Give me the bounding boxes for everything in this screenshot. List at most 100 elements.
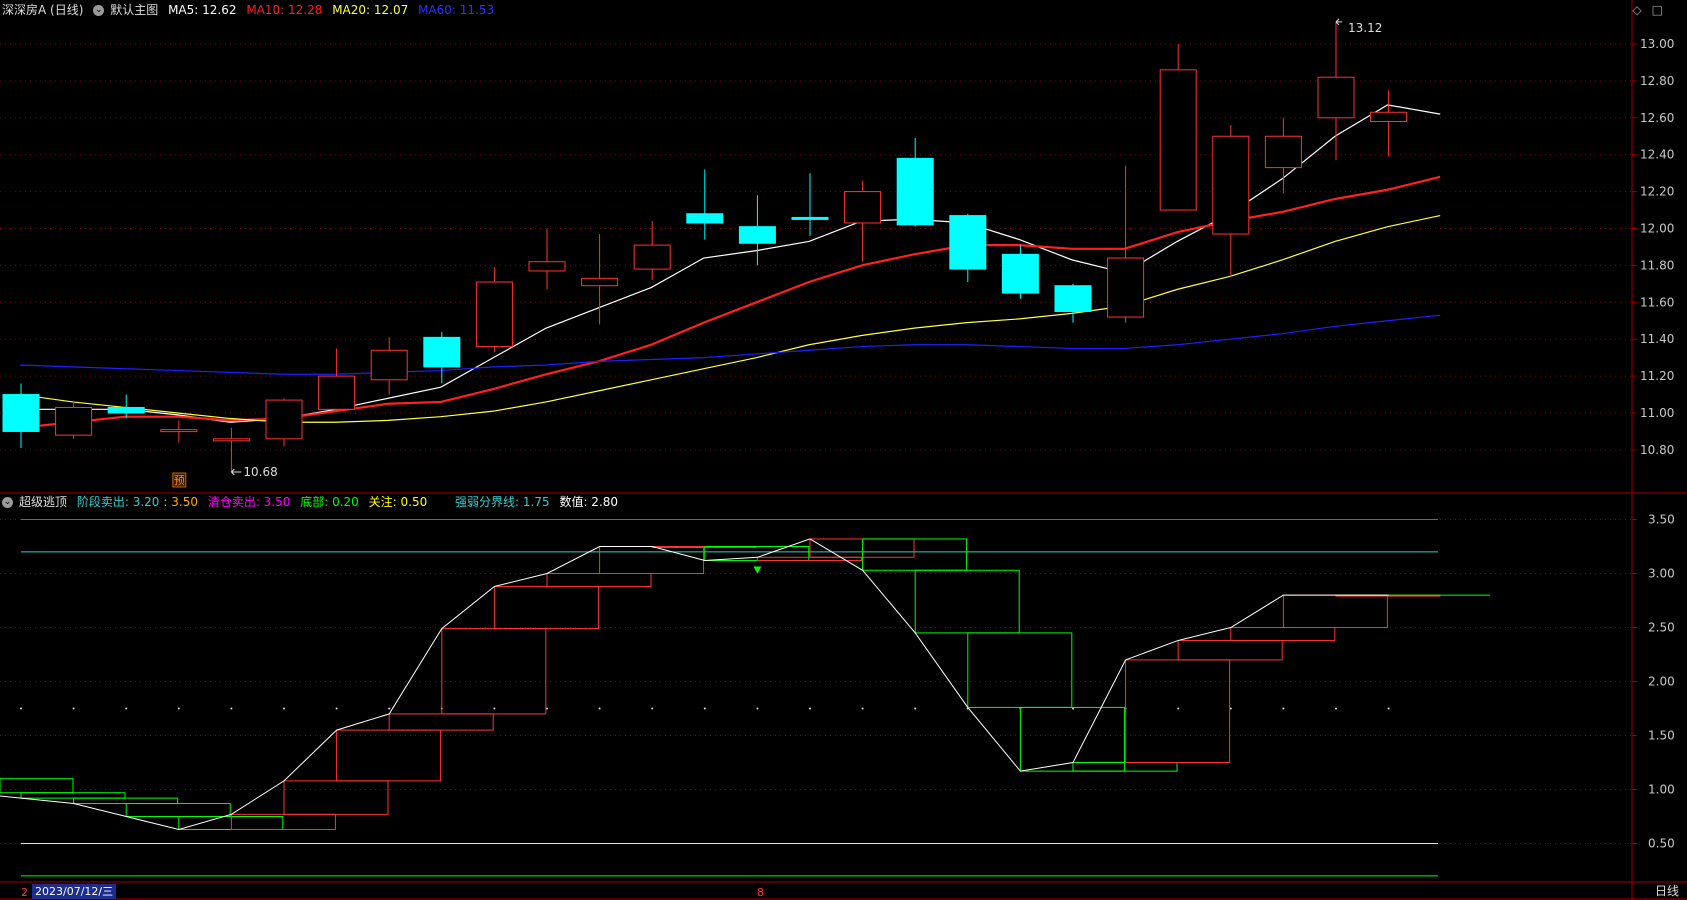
sub-tick-label: 1.00 bbox=[1648, 783, 1675, 797]
diamond-icon[interactable]: ◇ bbox=[1632, 3, 1641, 17]
candle-body-up bbox=[212, 438, 250, 442]
candle bbox=[370, 337, 408, 395]
step-bar bbox=[441, 628, 547, 715]
step-bar bbox=[967, 632, 1073, 708]
step-bar bbox=[178, 816, 284, 830]
candle bbox=[633, 221, 671, 281]
step-bar bbox=[336, 729, 442, 782]
main-tick-label: 10.80 bbox=[1640, 443, 1674, 457]
template-name[interactable]: 默认主图 bbox=[110, 3, 158, 17]
ma5-label: MA5: 12.62 bbox=[168, 3, 237, 17]
main-tick-label: 12.40 bbox=[1640, 148, 1674, 162]
security-title[interactable]: 深深房A (日线) bbox=[2, 3, 83, 17]
divide-dot bbox=[335, 707, 338, 710]
ma20-label: MA20: 12.07 bbox=[332, 3, 409, 17]
divide-dot bbox=[1229, 707, 1232, 710]
step-bar bbox=[1230, 627, 1336, 641]
divide-dot bbox=[1387, 707, 1390, 710]
period-label[interactable]: 日线 bbox=[1655, 884, 1679, 899]
step-bar bbox=[388, 713, 494, 731]
candle-body-down bbox=[686, 213, 724, 224]
value-line bbox=[0, 538, 1389, 830]
ma60-label: MA60: 11.53 bbox=[418, 3, 495, 17]
divide-dot bbox=[914, 707, 917, 710]
divide-dot bbox=[177, 707, 180, 710]
low-price-label: 10.68 bbox=[243, 465, 277, 479]
candle bbox=[1264, 117, 1302, 194]
candle-body-down bbox=[1054, 285, 1092, 313]
candle bbox=[318, 348, 356, 412]
candle-body-up bbox=[370, 349, 408, 381]
candle bbox=[949, 213, 987, 283]
main-tick-label: 12.60 bbox=[1640, 111, 1674, 125]
clear-sell-label: 清仓卖出: 3.50 bbox=[207, 495, 291, 509]
candle-body-up bbox=[1317, 76, 1355, 119]
footer-mid-digit: 8 bbox=[757, 886, 764, 899]
sub-legend: ⌄ 超级逃顶 阶段卖出: 3.20: 3.50 清仓卖出: 3.50 底部: 0.… bbox=[2, 494, 624, 510]
divide-dot bbox=[598, 707, 601, 710]
sub-tick-label: 2.50 bbox=[1648, 621, 1675, 635]
candle-body-down bbox=[791, 216, 829, 220]
chart-canvas[interactable]: 10.80 11.00 11.20 11.40 11.60 11.80 12.00 12.20… bbox=[0, 0, 1687, 900]
candle bbox=[581, 234, 619, 325]
step-bar bbox=[20, 792, 126, 799]
divide-dot bbox=[1282, 707, 1285, 710]
candle-body-up bbox=[844, 191, 882, 224]
collapse-circle-icon[interactable]: ⌄ bbox=[2, 497, 13, 508]
candle-body-down bbox=[738, 226, 776, 244]
main-tick-label: 11.60 bbox=[1640, 295, 1674, 309]
divide-dot bbox=[809, 707, 811, 710]
candle-body-down bbox=[2, 394, 40, 432]
high-price-label: 13.12 bbox=[1348, 21, 1382, 35]
divide-dot bbox=[651, 707, 654, 710]
candle bbox=[265, 398, 303, 447]
main-tick-label: 12.20 bbox=[1640, 185, 1674, 199]
cursor-date: 2023/07/12/三 bbox=[32, 884, 117, 899]
candle-body-down bbox=[896, 157, 934, 226]
main-tick-label: 11.20 bbox=[1640, 369, 1674, 383]
indicator-title[interactable]: 超级逃顶 bbox=[19, 495, 67, 509]
divide-dot bbox=[20, 707, 22, 710]
divide-dot bbox=[125, 707, 128, 710]
step-bar bbox=[1177, 639, 1283, 661]
candle bbox=[686, 169, 724, 240]
divide-dot bbox=[230, 707, 233, 710]
value-label: 数值: 2.80 bbox=[559, 495, 619, 509]
stage-sell-value-2: : 3.50 bbox=[163, 495, 198, 509]
step-bar bbox=[0, 778, 74, 794]
collapse-circle-icon[interactable]: ⌄ bbox=[93, 5, 105, 16]
main-tick-label: 12.00 bbox=[1640, 222, 1674, 236]
divide-label: 强弱分界线: 1.75 bbox=[455, 495, 550, 509]
watch-label: 关注: 0.50 bbox=[368, 495, 428, 509]
candle-body-up bbox=[581, 277, 619, 287]
forecast-marker-label: 预 bbox=[174, 474, 185, 487]
step-bar bbox=[704, 546, 810, 562]
main-tick-label: 11.00 bbox=[1640, 406, 1674, 420]
candle bbox=[423, 331, 461, 384]
down-arrow-icon bbox=[753, 566, 762, 574]
candle bbox=[791, 173, 829, 236]
candle-body-down bbox=[423, 336, 461, 368]
candle bbox=[1212, 125, 1250, 277]
step-bar bbox=[283, 780, 389, 815]
step-bar bbox=[1019, 706, 1125, 772]
candle bbox=[1370, 90, 1408, 157]
candle bbox=[896, 138, 934, 227]
ma-line-ma60 bbox=[19, 314, 1441, 375]
sub-tick-label: 1.50 bbox=[1648, 729, 1675, 743]
step-bar bbox=[493, 585, 599, 630]
square-icon[interactable]: □ bbox=[1652, 3, 1663, 17]
candle-body-up bbox=[1370, 111, 1408, 122]
main-tick-label: 11.40 bbox=[1640, 332, 1674, 346]
sub-tick-label: 2.00 bbox=[1648, 675, 1675, 689]
ma10-label: MA10: 12.28 bbox=[246, 3, 323, 17]
candle bbox=[1317, 21, 1355, 161]
candle bbox=[738, 195, 776, 266]
step-bar bbox=[862, 538, 968, 571]
low-arrow-icon bbox=[231, 468, 242, 476]
candle-body-up bbox=[55, 406, 93, 436]
step-bar bbox=[1125, 659, 1231, 764]
ma-line-ma20 bbox=[19, 214, 1441, 423]
candle bbox=[1159, 44, 1197, 211]
step-bar bbox=[125, 803, 231, 817]
